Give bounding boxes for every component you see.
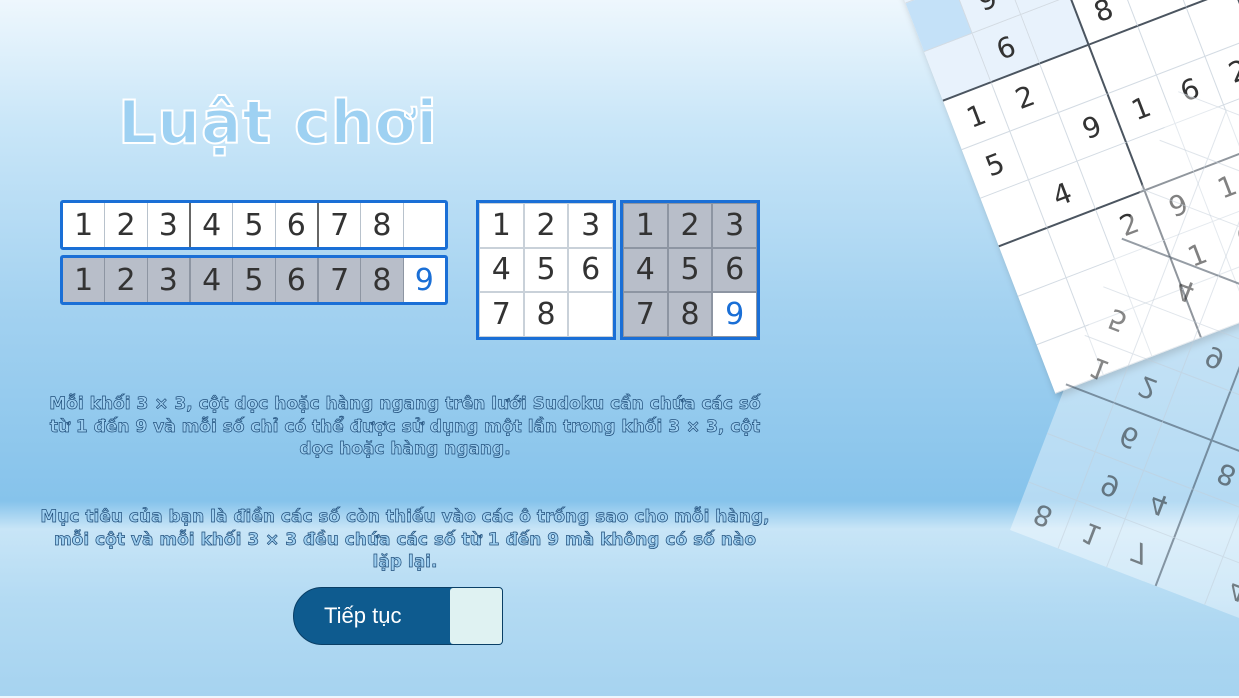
example-cell-filled: 9 [712,292,757,337]
continue-button[interactable]: Tiếp tục [293,587,503,645]
example-cell: 5 [524,248,569,293]
rule-text-2: Mục tiêu của bạn là điền các số còn thiế… [40,506,770,574]
rule-text-1: Mỗi khối 3 × 3, cột dọc hoặc hàng ngang … [40,393,770,461]
example-cell: 1 [479,203,524,248]
example-cell-filled: 9 [404,258,445,302]
example-cell: 1 [63,203,105,247]
example-cell-empty [568,292,613,337]
example-cell: 3 [568,203,613,248]
example-cell: 8 [668,292,713,337]
example-cell: 3 [712,203,757,248]
example-block-complete: 1 2 3 4 5 6 7 8 9 [620,200,760,340]
example-cell: 2 [668,203,713,248]
example-cell: 7 [623,292,668,337]
example-cell: 6 [276,258,319,302]
example-cell: 6 [276,203,319,247]
page-title: Luật chơi [118,88,438,158]
example-cell: 5 [668,248,713,293]
example-cell: 2 [524,203,569,248]
reflection-fade [900,600,1239,696]
example-cell: 8 [361,203,403,247]
example-cell: 8 [524,292,569,337]
example-cell: 4 [479,248,524,293]
example-cell: 1 [63,258,105,302]
example-cell: 8 [361,258,403,302]
example-cell-empty [404,203,445,247]
example-cell: 7 [319,203,361,247]
example-cell: 4 [191,258,233,302]
example-row-complete: 1 2 3 4 5 6 7 8 9 [60,255,448,305]
example-block-incomplete: 1 2 3 4 5 6 7 8 [476,200,616,340]
example-cell: 7 [479,292,524,337]
example-cell: 5 [233,203,275,247]
example-cell: 3 [148,203,191,247]
continue-button-accent [450,588,502,644]
example-cell: 4 [623,248,668,293]
example-cell: 2 [105,203,147,247]
example-cell: 7 [319,258,361,302]
example-cell: 4 [191,203,233,247]
example-row-incomplete: 1 2 3 4 5 6 7 8 [60,200,448,250]
example-cell: 3 [148,258,191,302]
continue-button-label: Tiếp tục [324,603,401,629]
example-cell: 6 [712,248,757,293]
example-cell: 2 [105,258,147,302]
example-cell: 5 [233,258,275,302]
example-cell: 6 [568,248,613,293]
example-cell: 1 [623,203,668,248]
